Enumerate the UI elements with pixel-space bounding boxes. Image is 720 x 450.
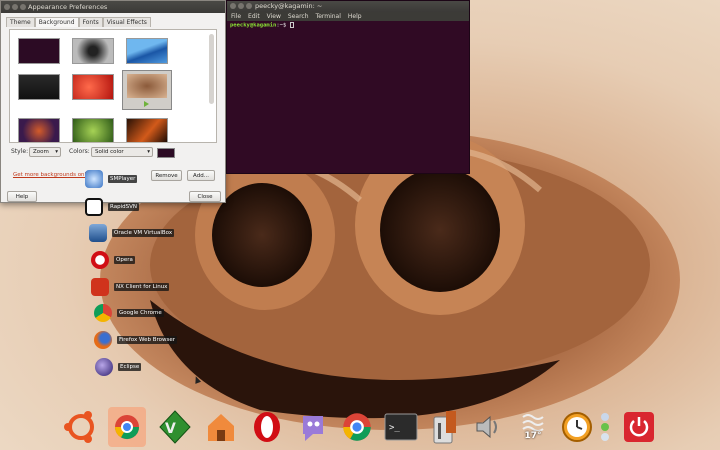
status-dot-icon xyxy=(601,413,609,421)
launcher-label: SMPlayer xyxy=(108,175,138,183)
wallpaper-thumb[interactable] xyxy=(18,38,60,64)
menu-help[interactable]: Help xyxy=(348,12,362,21)
opera-icon xyxy=(91,251,109,269)
system-monitor-icon[interactable] xyxy=(598,407,612,447)
maximize-window-icon[interactable] xyxy=(20,4,26,10)
minimize-window-icon[interactable] xyxy=(238,3,244,9)
colors-label: Colors: xyxy=(69,148,90,155)
color-swatch-button[interactable] xyxy=(157,148,175,158)
launcher-smplayer[interactable]: SMPlayer xyxy=(85,170,138,188)
status-dot-icon xyxy=(601,423,609,431)
svg-text:V: V xyxy=(165,421,176,437)
add-button[interactable]: Add... xyxy=(187,170,215,181)
vim-icon[interactable]: V xyxy=(156,407,194,447)
window-title: Appearance Preferences xyxy=(28,3,108,11)
pidgin-icon[interactable] xyxy=(294,407,332,447)
remove-button[interactable]: Remove xyxy=(151,170,182,181)
close-button[interactable]: Close xyxy=(189,191,221,202)
terminal-titlebar[interactable]: peecky@kagamin: ~ xyxy=(227,1,469,12)
terminal-menubar: File Edit View Search Terminal Help xyxy=(227,12,469,21)
launcher-label: Opera xyxy=(114,256,135,264)
chevron-down-icon: ▾ xyxy=(147,149,150,155)
launcher-opera[interactable]: Opera xyxy=(91,251,135,269)
terminal-cursor xyxy=(289,22,294,28)
smplayer-icon xyxy=(85,170,103,188)
wallpaper-thumb[interactable] xyxy=(126,38,168,64)
launcher-firefox[interactable]: Firefox Web Browser xyxy=(94,331,177,349)
launcher-label: Google Chrome xyxy=(117,309,164,317)
launcher-google-chrome[interactable]: Google Chrome xyxy=(94,304,164,322)
wallpaper-thumb[interactable] xyxy=(72,38,114,64)
opera-icon[interactable] xyxy=(248,407,286,447)
menu-edit[interactable]: Edit xyxy=(248,12,260,21)
weather-temp: 17° xyxy=(524,431,542,441)
close-window-icon[interactable] xyxy=(230,3,236,9)
terminal-window: peecky@kagamin: ~ File Edit View Search … xyxy=(226,0,470,174)
prompt-path: :~$ xyxy=(276,22,290,29)
background-thumbnails xyxy=(9,29,217,143)
eclipse-icon xyxy=(95,358,113,376)
thumbnail-scrollbar[interactable] xyxy=(209,34,214,104)
launcher-label: RapidSVN xyxy=(108,203,139,211)
get-more-backgrounds-link[interactable]: Get more backgrounds online xyxy=(13,172,94,178)
tab-visual-effects[interactable]: Visual Effects xyxy=(102,17,151,27)
tab-background[interactable]: Background xyxy=(34,17,79,27)
wallpaper-thumb[interactable] xyxy=(72,118,114,142)
launcher-eclipse[interactable]: Eclipse xyxy=(95,358,142,376)
chrome-icon[interactable] xyxy=(108,407,146,447)
launcher-label: Oracle VM VirtualBox xyxy=(112,229,175,237)
home-folder-icon[interactable] xyxy=(202,407,240,447)
minimize-window-icon[interactable] xyxy=(12,4,18,10)
wallpaper-thumb[interactable] xyxy=(18,118,60,142)
virtualbox-icon xyxy=(89,224,107,242)
dock-bar: V >_ 17° xyxy=(62,403,662,450)
launcher-virtualbox[interactable]: Oracle VM VirtualBox xyxy=(89,224,175,242)
maximize-window-icon[interactable] xyxy=(246,3,252,9)
firefox-icon xyxy=(94,331,112,349)
menu-terminal[interactable]: Terminal xyxy=(316,12,341,21)
svg-text:>_: >_ xyxy=(389,423,400,433)
power-icon[interactable] xyxy=(620,407,658,447)
rapidsvn-icon xyxy=(85,198,103,216)
terminal-title: peecky@kagamin: ~ xyxy=(255,2,323,10)
tab-fonts[interactable]: Fonts xyxy=(78,17,103,27)
nx-client-icon xyxy=(91,278,109,296)
launcher-label: Firefox Web Browser xyxy=(117,336,177,344)
chrome-icon[interactable] xyxy=(338,407,376,447)
chevron-down-icon: ▾ xyxy=(55,149,58,155)
window-titlebar[interactable]: Appearance Preferences xyxy=(1,1,225,13)
wallpaper-thumb[interactable] xyxy=(72,74,114,100)
chrome-icon xyxy=(94,304,112,322)
menu-search[interactable]: Search xyxy=(288,12,309,21)
weather-icon[interactable]: 17° xyxy=(514,407,552,447)
ubuntu-icon[interactable] xyxy=(62,407,100,447)
wallpaper-thumb[interactable] xyxy=(126,118,168,142)
wallpaper-thumb[interactable] xyxy=(18,74,60,100)
colors-dropdown[interactable]: Solid color ▾ xyxy=(91,147,153,157)
clock-icon[interactable] xyxy=(558,407,596,447)
launcher-label: NX Client for Linux xyxy=(114,283,170,291)
style-dropdown[interactable]: Zoom ▾ xyxy=(29,147,61,157)
launcher-nx-client[interactable]: NX Client for Linux xyxy=(91,278,170,296)
system-tools-icon[interactable] xyxy=(426,407,464,447)
launcher-label: Eclipse xyxy=(118,363,142,371)
wallpaper-thumb-selected[interactable] xyxy=(122,70,172,110)
prompt-user: peecky@kagamin xyxy=(230,22,277,29)
tab-bar: Theme Background Fonts Visual Effects xyxy=(6,17,151,27)
launcher-rapidsvn[interactable]: RapidSVN xyxy=(85,198,139,216)
style-value: Zoom xyxy=(33,149,49,155)
menu-view[interactable]: View xyxy=(267,12,281,21)
style-label: Style: xyxy=(11,148,29,155)
terminal-icon[interactable]: >_ xyxy=(382,407,420,447)
volume-icon[interactable] xyxy=(470,407,508,447)
menu-file[interactable]: File xyxy=(231,12,241,21)
tab-theme[interactable]: Theme xyxy=(6,17,35,27)
terminal-prompt[interactable]: peecky@kagamin:~$ xyxy=(227,21,469,30)
status-dot-icon xyxy=(601,433,609,441)
help-button[interactable]: Help xyxy=(7,191,37,202)
colors-value: Solid color xyxy=(95,149,124,155)
close-window-icon[interactable] xyxy=(4,4,10,10)
